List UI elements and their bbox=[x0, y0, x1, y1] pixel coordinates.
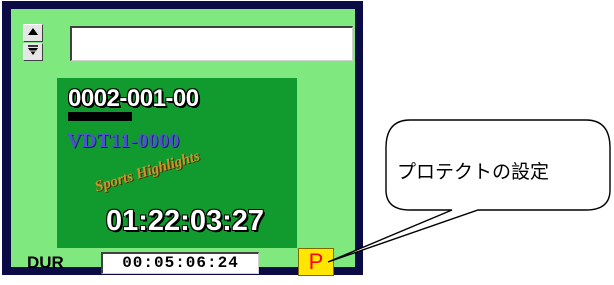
screenshot-stage: 0002-001-00 VDT11-0000 Sports Highlights… bbox=[0, 0, 614, 285]
callout-text: プロテクトの設定 bbox=[397, 161, 550, 183]
callout-bubble bbox=[327, 119, 611, 263]
